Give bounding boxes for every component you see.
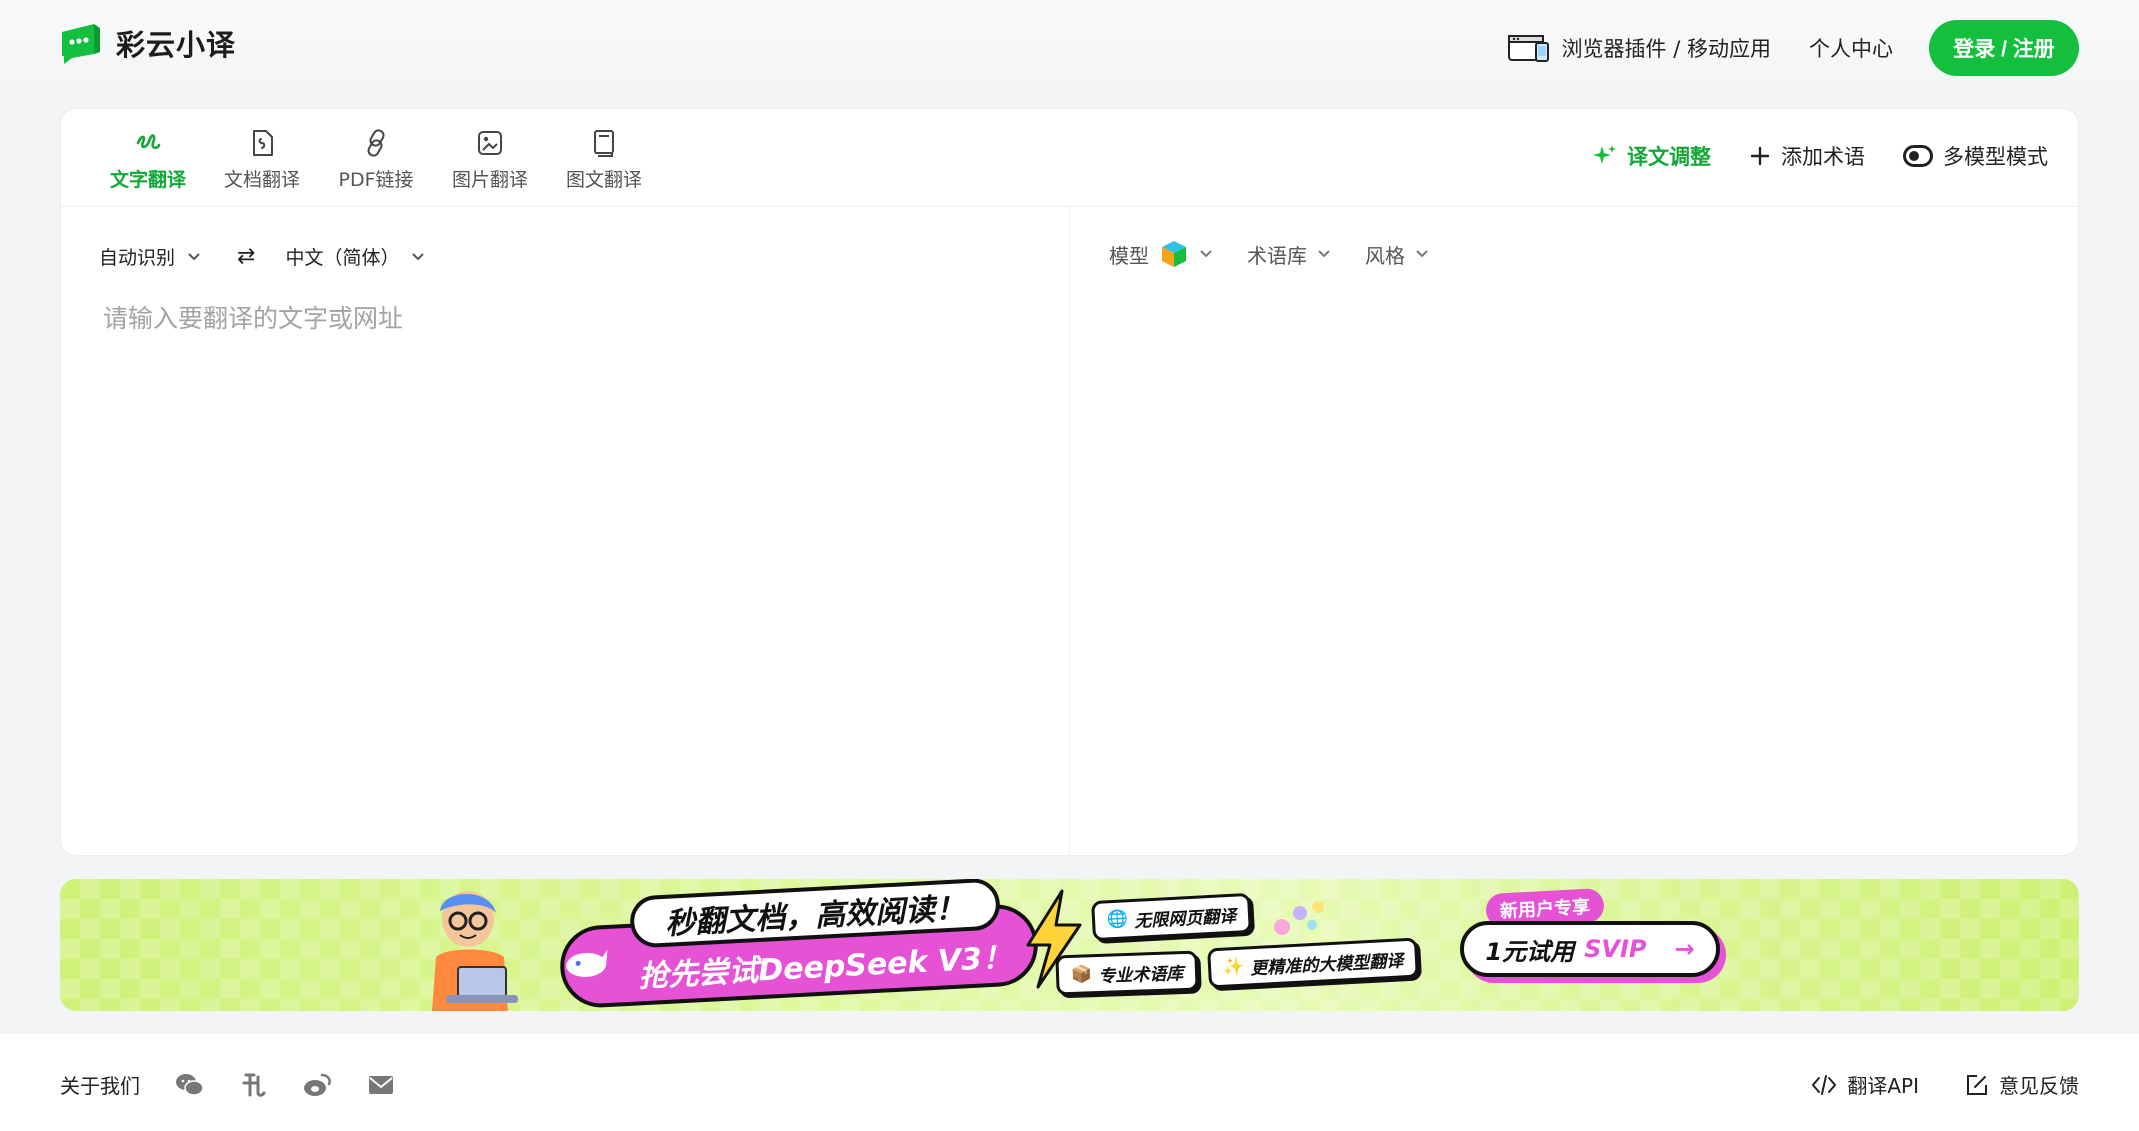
source-language-select[interactable]: 自动识别 <box>99 243 201 270</box>
decorative-bubbles <box>1274 901 1324 935</box>
model-select[interactable]: 模型 <box>1109 239 1213 269</box>
box-icon: 📦 <box>1070 964 1093 985</box>
add-term-button[interactable]: 添加术语 <box>1749 141 1865 171</box>
source-text-input[interactable] <box>103 299 1023 819</box>
arrow-right-icon: → <box>1674 935 1695 963</box>
chip-label: 专业术语库 <box>1097 963 1184 987</box>
chat-bubble-logo-icon <box>62 24 100 64</box>
style-label: 风格 <box>1365 243 1405 268</box>
tab-document-translate[interactable]: 文档翻译 <box>205 127 319 192</box>
tab-image-text-translate[interactable]: 图文翻译 <box>547 127 661 192</box>
target-language-label: 中文（简体） <box>285 247 400 269</box>
chevron-down-icon <box>1318 250 1330 258</box>
feature-chip-termbase: 📦 专业术语库 <box>1055 950 1199 996</box>
toggle-switch-icon[interactable] <box>1903 145 1933 167</box>
translator-card: 文字翻译 文档翻译 PDF链接 图片翻译 图文翻译 译文调整 添加术语 多模型模… <box>60 108 2079 856</box>
chevron-down-icon <box>1416 250 1428 258</box>
translation-adjust-button[interactable]: 译文调整 <box>1591 141 1711 171</box>
feedback-link[interactable]: 意见反馈 <box>1965 1070 2079 1099</box>
sparkles-icon: ✨ <box>1222 956 1245 978</box>
tab-label: PDF链接 <box>338 169 414 191</box>
language-selector-row: 自动识别 ⇄ 中文（简体） <box>99 243 425 270</box>
plugin-app-link[interactable]: 浏览器插件 / 移动应用 <box>1507 33 1771 63</box>
api-label: 翻译API <box>1847 1074 1919 1098</box>
tab-text-translate[interactable]: 文字翻译 <box>91 127 205 192</box>
chip-label: 更精准的大模型翻译 <box>1249 950 1404 979</box>
cta-prefix: 1元试用 <box>1485 937 1575 966</box>
source-pane: 自动识别 ⇄ 中文（简体） <box>61 207 1070 855</box>
multi-model-toggle[interactable]: 多模型模式 <box>1903 141 2048 171</box>
user-center-link[interactable]: 个人中心 <box>1809 33 1893 63</box>
translation-api-link[interactable]: 翻译API <box>1811 1070 1919 1099</box>
cartoon-person-illustration <box>432 891 518 1011</box>
book-icon <box>594 130 614 157</box>
pen-scribble-icon <box>136 134 161 150</box>
sparkle-icon <box>1593 145 1616 164</box>
deepseek-whale-icon <box>566 949 608 977</box>
wechat-icon[interactable] <box>174 1071 204 1099</box>
logo[interactable]: 彩云小译 <box>60 22 236 64</box>
globe-icon: 🌐 <box>1106 909 1129 931</box>
footer-left: 关于我们 <box>60 1070 396 1099</box>
cube-model-icon <box>1162 241 1186 267</box>
target-language-select[interactable]: 中文（简体） <box>285 243 425 270</box>
source-language-label: 自动识别 <box>99 247 176 269</box>
code-icon <box>1812 1074 1837 1095</box>
plus-icon <box>1750 146 1770 166</box>
style-select[interactable]: 风格 <box>1365 240 1429 269</box>
chevron-down-icon <box>1200 250 1212 258</box>
tab-label: 文字翻译 <box>109 169 186 191</box>
translation-adjust-label: 译文调整 <box>1627 145 1711 169</box>
model-label: 模型 <box>1109 243 1149 268</box>
multi-model-label: 多模型模式 <box>1943 145 2048 169</box>
chip-label: 无限网页翻译 <box>1133 906 1237 932</box>
logo-text: 彩云小译 <box>116 28 237 62</box>
tab-label: 图片翻译 <box>451 169 528 191</box>
output-options-row: 模型 术语库 风格 <box>1109 239 1429 269</box>
chevron-down-icon <box>188 252 200 260</box>
douyin-icon[interactable] <box>238 1071 268 1099</box>
chevron-down-icon <box>412 252 425 260</box>
promo-banner[interactable]: 秒翻文档，高效阅读！ 抢先尝试DeepSeek V3！ 🌐 无限网页翻译 📦 专… <box>60 879 2079 1011</box>
footer-right: 翻译API 意见反馈 <box>1811 1070 2079 1099</box>
mail-icon[interactable] <box>366 1071 396 1099</box>
image-icon <box>478 131 502 155</box>
page-footer: 关于我们 翻译API 意见反馈 <box>0 1034 2139 1131</box>
cta-highlight: SVIP <box>1584 935 1647 963</box>
add-term-label: 添加术语 <box>1781 145 1865 169</box>
tab-label: 图文翻译 <box>565 169 642 191</box>
svip-trial-button[interactable]: 1元试用 SVIP → <box>1460 921 1720 977</box>
tab-pdf-link[interactable]: PDF链接 <box>319 127 433 192</box>
feature-chip-unlimited-web: 🌐 无限网页翻译 <box>1091 892 1253 942</box>
tab-image-translate[interactable]: 图片翻译 <box>433 127 547 192</box>
swap-languages-icon[interactable]: ⇄ <box>237 244 255 269</box>
translator-toolbar: 文字翻译 文档翻译 PDF链接 图片翻译 图文翻译 译文调整 添加术语 多模型模… <box>61 109 2078 207</box>
plugin-label: 浏览器插件 / 移动应用 <box>1561 37 1771 61</box>
weibo-icon[interactable] <box>302 1071 332 1099</box>
feedback-label: 意见反馈 <box>1999 1074 2079 1098</box>
about-us-link[interactable]: 关于我们 <box>60 1070 140 1099</box>
browser-window-icon <box>1507 35 1549 62</box>
link-icon <box>367 129 385 157</box>
termbase-label: 术语库 <box>1247 243 1307 268</box>
tab-label: 文档翻译 <box>223 169 300 191</box>
termbase-select[interactable]: 术语库 <box>1247 240 1331 269</box>
header-actions: 浏览器插件 / 移动应用 个人中心 登录 / 注册 <box>1507 20 2079 76</box>
toolbar-actions: 译文调整 添加术语 多模型模式 <box>1591 141 2048 171</box>
edit-icon <box>1967 1074 1987 1095</box>
top-header: 彩云小译 浏览器插件 / 移动应用 个人中心 登录 / 注册 <box>0 0 2139 100</box>
mode-tabs: 文字翻译 文档翻译 PDF链接 图片翻译 图文翻译 <box>91 127 661 192</box>
document-icon <box>253 130 273 156</box>
login-register-button[interactable]: 登录 / 注册 <box>1929 20 2079 76</box>
target-pane: 模型 术语库 风格 <box>1071 207 2079 855</box>
